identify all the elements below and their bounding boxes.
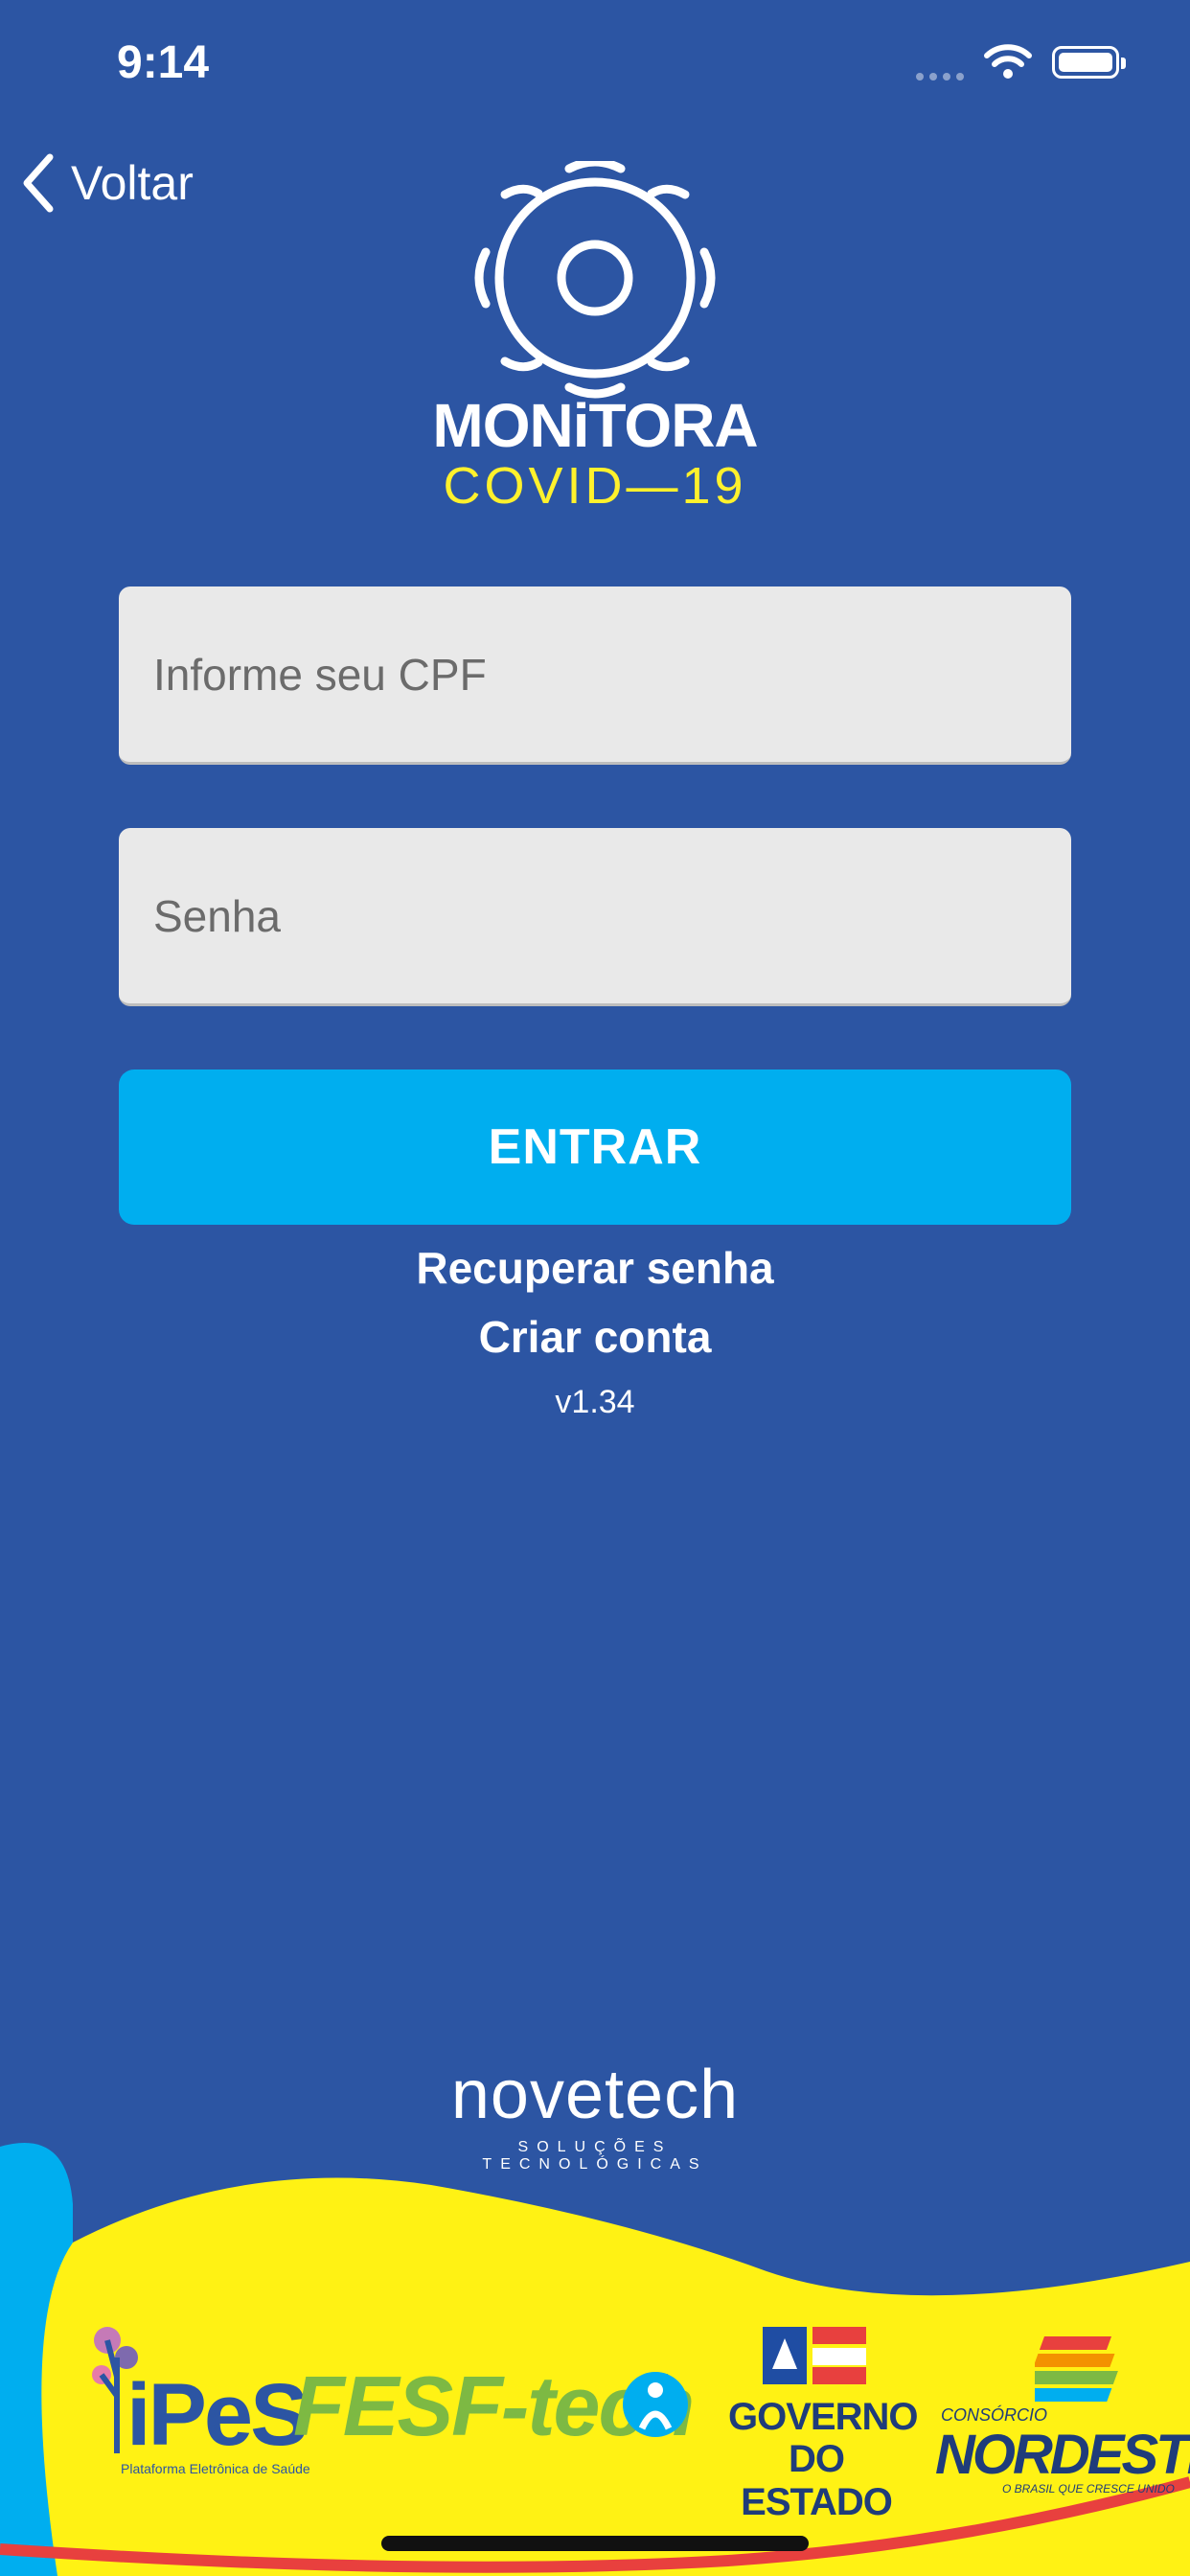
- chevron-left-icon: [23, 153, 54, 213]
- novetech-name: novetech: [450, 2057, 740, 2133]
- status-bar: 9:14: [0, 0, 1190, 134]
- battery-icon: [1052, 46, 1126, 79]
- ipes-tagline: Plataforma Eletrônica de Saúde: [121, 2461, 310, 2476]
- app-version: v1.34: [555, 1384, 635, 1420]
- home-indicator[interactable]: [381, 2536, 809, 2551]
- brand-subtitle: COVID—19: [443, 457, 747, 515]
- governo-line-1: GOVERNO: [728, 2396, 918, 2438]
- governo-line-2: DO ESTADO: [741, 2438, 893, 2523]
- app-brand: MONiTORA COVID—19: [422, 395, 768, 515]
- brand-title: MONiTORA: [432, 391, 758, 460]
- cellular-signal-icon: [916, 73, 964, 80]
- status-time: 9:14: [117, 37, 210, 88]
- back-button[interactable]: Voltar: [21, 153, 194, 213]
- cpf-input[interactable]: [119, 586, 1071, 765]
- back-label: Voltar: [71, 156, 194, 210]
- consorcio-nordeste-text: NORDESTE: [935, 2424, 1190, 2486]
- recover-password-link[interactable]: Recuperar senha: [0, 1242, 1190, 1294]
- wifi-icon: [984, 44, 1032, 79]
- partner-logos: iPeS Plataforma Eletrônica de Saúde FESF…: [0, 2319, 1190, 2523]
- consorcio-tagline: O BRASIL QUE CRESCE UNIDO: [1002, 2482, 1175, 2496]
- create-account-link[interactable]: Criar conta: [0, 1311, 1190, 1363]
- login-button[interactable]: ENTRAR: [119, 1070, 1071, 1225]
- bahia-flag-icon: [763, 2327, 866, 2384]
- ipes-logo-text: iPeS: [126, 2366, 309, 2464]
- password-input[interactable]: [119, 828, 1071, 1006]
- fesf-family-icon: [623, 2372, 688, 2437]
- consorcio-stripes-icon: [1035, 2336, 1118, 2402]
